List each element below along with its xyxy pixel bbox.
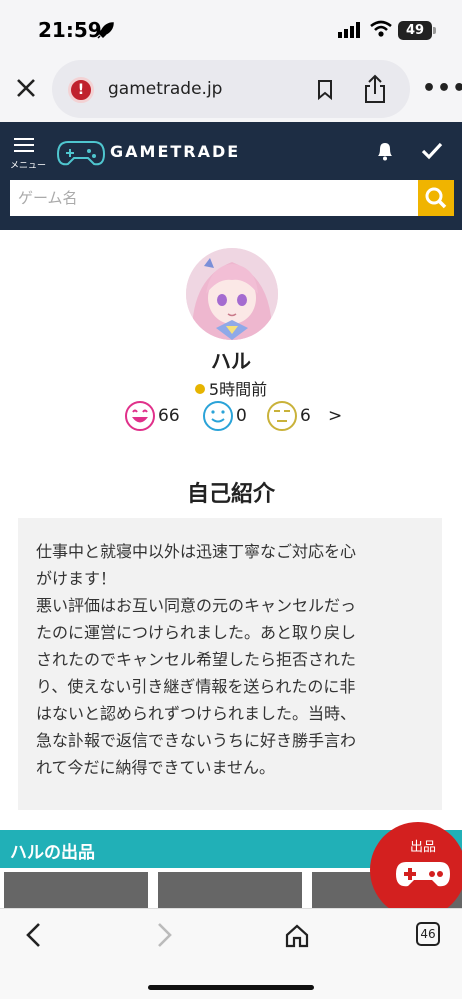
status-time: 21:59 (38, 18, 102, 42)
forward-icon[interactable] (152, 921, 176, 949)
site-logo-text[interactable]: GAMETRADE (110, 142, 240, 161)
search-icon (425, 187, 447, 209)
rating-bad-count: 6 (300, 406, 311, 426)
ratings-summary[interactable]: 66 0 6 > (124, 400, 364, 434)
battery-indicator: 49 (398, 21, 432, 40)
last-login: 5時間前 (0, 376, 462, 400)
menu-icon-line (14, 150, 34, 152)
happy-face-icon (125, 401, 155, 431)
listing-thumbnail[interactable] (4, 872, 148, 908)
gamepad-icon (396, 862, 450, 887)
share-icon[interactable] (362, 74, 388, 104)
home-indicator (148, 985, 314, 990)
gamepad-logo-icon[interactable] (56, 138, 106, 168)
bell-icon[interactable] (374, 140, 396, 162)
listings-title: ハルの出品 (10, 843, 95, 863)
menu-icon (14, 138, 34, 140)
listing-thumbnail[interactable] (158, 872, 302, 908)
intro-line: り、使えない引き継ぎ情報を送られたのに非 (36, 677, 356, 696)
site-header: メニュー GAMETRADE (0, 122, 462, 230)
intro-title: 自己紹介 (186, 482, 275, 507)
avatar (186, 248, 278, 340)
last-login-text: 5時間前 (208, 380, 268, 399)
signal-icon (338, 22, 360, 38)
browser-toolbar: ! gametrade.jp ••• (0, 60, 462, 122)
intro-line: たのに運営につけられました。あと取り戻し (36, 623, 357, 642)
intro-line: がけます！ (36, 569, 117, 588)
intro-line: されたのでキャンセル希望したら拒否された (36, 650, 357, 669)
more-icon[interactable]: ••• (422, 76, 462, 101)
intro-line: れて今だに納得できていません。 (36, 758, 276, 777)
tabs-button[interactable]: 46 (416, 922, 440, 946)
intro-line: 悪い評価はお互い同意の元のキャンセルだっ (36, 596, 357, 615)
unhappy-face-icon (267, 401, 297, 431)
browser-bottom-bar: 46 (0, 908, 462, 999)
online-dot-icon (194, 384, 205, 394)
intro-line: 急な訃報で返信できないうちに好き勝手言わ (36, 731, 357, 750)
avatar-image (186, 248, 278, 340)
rating-good-count: 66 (158, 406, 180, 426)
ratings-more-link[interactable]: > (328, 406, 342, 426)
home-icon[interactable] (284, 923, 310, 949)
battery-cap (433, 27, 436, 34)
sell-button-label: 出品 (410, 840, 437, 855)
menu-button[interactable]: メニュー (10, 136, 50, 172)
bookmark-icon[interactable] (316, 79, 334, 101)
url-text[interactable]: gametrade.jp (108, 79, 222, 99)
menu-label: メニュー (10, 161, 47, 171)
intro-text-box: 仕事中と就寝中以外は迅速丁寧なご対応を心 がけます！ 悪い評価はお互い同意の元の… (18, 518, 442, 810)
neutral-face-icon (203, 401, 233, 431)
rocket-icon (97, 22, 114, 39)
close-icon[interactable] (14, 76, 38, 100)
intro-line: 仕事中と就寝中以外は迅速丁寧なご対応を心 (36, 542, 357, 561)
warning-icon[interactable]: ! (68, 77, 94, 103)
game-search-input[interactable] (10, 180, 418, 216)
sell-button[interactable]: 出品 (370, 822, 462, 918)
check-icon[interactable] (420, 140, 444, 162)
wifi-icon (370, 20, 392, 37)
status-bar: 21:59 49 (0, 0, 462, 60)
back-icon[interactable] (22, 921, 46, 949)
intro-line: はないと認められずつけられました。当時、 (36, 704, 357, 723)
search-button[interactable] (418, 180, 454, 216)
rating-normal-count: 0 (236, 406, 247, 426)
profile-name: ハル (211, 349, 251, 373)
address-bar[interactable]: ! gametrade.jp (52, 60, 410, 118)
menu-icon-line (14, 144, 34, 146)
